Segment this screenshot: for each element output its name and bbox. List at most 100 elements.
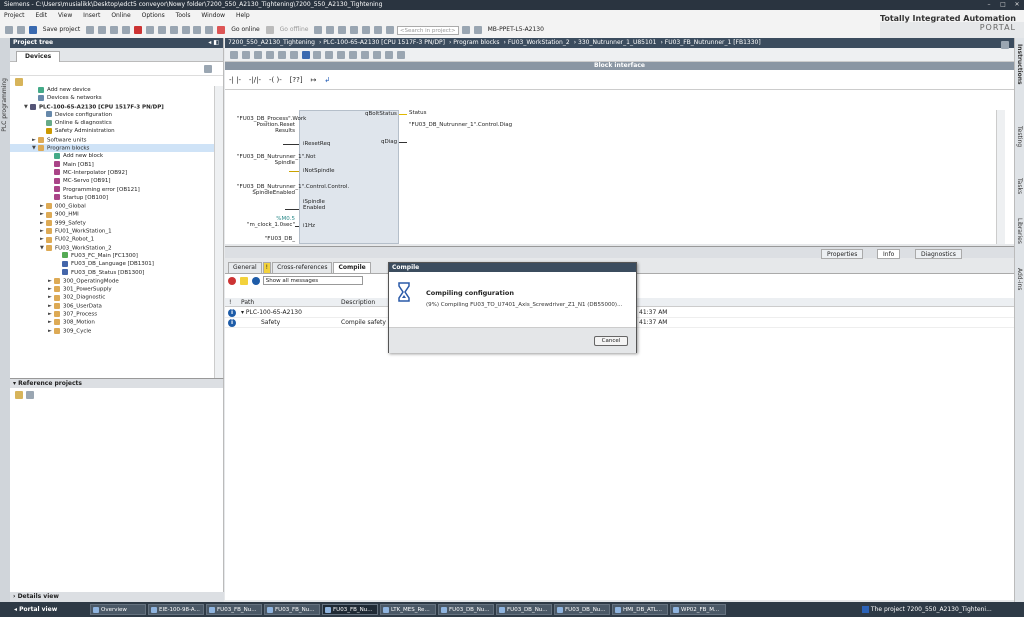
tree-item[interactable]: Add new device: [10, 86, 214, 94]
block-interface-bar[interactable]: Block interface: [225, 62, 1014, 70]
tasks-tab[interactable]: Tasks: [1016, 178, 1023, 194]
go-offline-icon[interactable]: [265, 26, 274, 34]
properties-tab[interactable]: Properties: [821, 249, 864, 259]
editor-tab[interactable]: FU03_FB_Nu...: [206, 604, 262, 615]
tree-item[interactable]: ► FU02_Robot_1: [10, 235, 214, 243]
input-operand-3[interactable]: "FU03_DB_Nutrunner_1".Control.Control. S…: [237, 184, 349, 196]
col-path-header[interactable]: Path: [241, 298, 254, 307]
devices-tab[interactable]: Devices: [16, 51, 61, 62]
col-description-header[interactable]: Description: [341, 298, 375, 307]
upload-icon[interactable]: [193, 26, 202, 34]
tree-item[interactable]: ▼ FU03_WorkStation_2: [10, 244, 214, 252]
tree-scrollbar[interactable]: [214, 86, 223, 378]
tree-item[interactable]: Add new block: [10, 152, 214, 160]
editor-tab[interactable]: EIE-100-98-A...: [148, 604, 204, 615]
close-branch-icon[interactable]: ↲: [324, 70, 330, 90]
tree-item[interactable]: MC-Servo [OB91]: [10, 177, 214, 185]
breadcrumb-item[interactable]: 7200_550_A2130_Tightening: [228, 39, 315, 46]
tree-item[interactable]: Startup [OB100]: [10, 194, 214, 202]
portal-view-button[interactable]: ◂ Portal view: [14, 602, 57, 617]
menu-options[interactable]: Options: [142, 12, 165, 19]
show-comments-icon[interactable]: [325, 50, 334, 59]
compile-icon[interactable]: [169, 26, 178, 34]
editor-options-icon[interactable]: [1001, 41, 1009, 49]
save-project-button[interactable]: Save project: [40, 22, 83, 38]
tree-item[interactable]: FU03_DB_Language [DB1301]: [10, 260, 214, 268]
print-icon[interactable]: [86, 26, 95, 34]
tree-item[interactable]: ► 307_Process: [10, 310, 214, 318]
instructions-tab[interactable]: Instructions: [1016, 44, 1023, 85]
undo-icon[interactable]: [145, 26, 154, 34]
go-online-button[interactable]: Go online: [228, 22, 263, 38]
go-offline-button[interactable]: Go offline: [277, 22, 312, 38]
editor-tab[interactable]: FU03_DB_Nu...: [554, 604, 610, 615]
info-tab[interactable]: Info: [877, 249, 901, 259]
tree-item[interactable]: ► FU01_WorkStation_1: [10, 227, 214, 235]
overview-icon[interactable]: [204, 65, 212, 73]
tree-item[interactable]: ► 900_HMI: [10, 210, 214, 218]
warning-filter-icon[interactable]: [239, 276, 248, 285]
save-icon[interactable]: [28, 26, 37, 34]
menu-help[interactable]: Help: [236, 12, 250, 19]
insert-row-icon[interactable]: [253, 50, 262, 59]
absolute-operands-icon[interactable]: [301, 50, 310, 59]
plc-programming-tab[interactable]: PLC programming: [1, 78, 8, 132]
tree-item[interactable]: FU03_FC_Main [FC1300]: [10, 252, 214, 260]
editor-tab[interactable]: Overview: [90, 604, 146, 615]
compile-tab[interactable]: Compile: [333, 262, 371, 273]
update-calls-icon[interactable]: [373, 50, 382, 59]
tree-item[interactable]: ► 302_Diagnostic: [10, 293, 214, 301]
close-icon[interactable]: ✕: [1010, 0, 1024, 10]
output-operand-2[interactable]: "FU03_DB_Nutrunner_1".Control.Diag: [409, 122, 512, 128]
tree-item[interactable]: ▼ PLC-100-65-A2130 [CPU 1517F-3 PN/DP]: [10, 103, 214, 111]
input-operand-1[interactable]: "FU03_DB_Process".Work Position.Reset Re…: [237, 116, 306, 134]
tree-item[interactable]: ▼ Program blocks: [10, 144, 214, 153]
editor-tab[interactable]: FU03_DB_Nu...: [496, 604, 552, 615]
reference-projects-header[interactable]: ▾ Reference projects: [10, 379, 223, 388]
menu-project[interactable]: Project: [4, 12, 25, 19]
add-row-icon[interactable]: [265, 50, 274, 59]
libraries-tab[interactable]: Libraries: [1016, 218, 1023, 244]
maximize-editor-icon[interactable]: [385, 26, 394, 34]
testing-tab[interactable]: Testing: [1016, 126, 1023, 147]
accessible-devices-icon[interactable]: [314, 26, 323, 34]
editor-tab[interactable]: WP02_FB_M...: [670, 604, 726, 615]
empty-box-icon[interactable]: [??]: [290, 70, 303, 90]
tree-item[interactable]: ► 999_Safety: [10, 219, 214, 227]
tree-item[interactable]: FU03_DB_Status [DB1300]: [10, 269, 214, 277]
menu-window[interactable]: Window: [201, 12, 225, 19]
split-vertical-icon[interactable]: [374, 26, 382, 34]
menu-tools[interactable]: Tools: [176, 12, 191, 19]
show-folder-icon[interactable]: [15, 78, 23, 86]
close-reference-icon[interactable]: [26, 391, 34, 399]
menu-online[interactable]: Online: [111, 12, 130, 19]
minimize-icon[interactable]: –: [982, 0, 996, 10]
project-search-input[interactable]: <Search in project>: [396, 25, 459, 35]
tree-item[interactable]: ► 000_Global: [10, 202, 214, 210]
maximize-icon[interactable]: □: [996, 0, 1010, 10]
redo-icon[interactable]: [157, 26, 166, 34]
copy-icon[interactable]: [110, 26, 118, 34]
menu-insert[interactable]: Insert: [83, 12, 100, 19]
tree-item[interactable]: ► 309_Cycle: [10, 327, 214, 335]
tree-item[interactable]: MC-Interpolator [OB92]: [10, 169, 214, 177]
editor-tab[interactable]: FU03_FB_Nu...: [322, 604, 378, 615]
tree-item[interactable]: Safety Administration: [10, 127, 214, 135]
download-icon[interactable]: [181, 26, 190, 34]
close-all-networks-icon[interactable]: [289, 50, 298, 59]
tree-item[interactable]: Programming error [OB121]: [10, 186, 214, 194]
open-project-icon[interactable]: [16, 26, 25, 34]
search-icon[interactable]: [461, 26, 470, 34]
details-view-header[interactable]: › Details view: [10, 592, 224, 602]
delete-network-icon[interactable]: [241, 50, 250, 59]
cancel-button[interactable]: Cancel: [594, 336, 628, 346]
breadcrumb-item[interactable]: FU03_FB_Nutrunner_1 [FB1330]: [665, 39, 761, 46]
paste-icon[interactable]: [121, 26, 130, 34]
new-project-icon[interactable]: [5, 26, 13, 34]
message-filter-select[interactable]: Show all messages: [262, 276, 363, 285]
compare-icon[interactable]: [384, 50, 393, 59]
breadcrumb-item[interactable]: 330_Nutrunner_1_U85101: [578, 39, 656, 46]
go-online-icon[interactable]: [217, 26, 226, 34]
input-operand-5[interactable]: "FU03_DB_: [237, 236, 295, 242]
breadcrumb-item[interactable]: PLC-100-65-A2130 [CPU 1517F-3 PN/DP]: [323, 39, 445, 46]
